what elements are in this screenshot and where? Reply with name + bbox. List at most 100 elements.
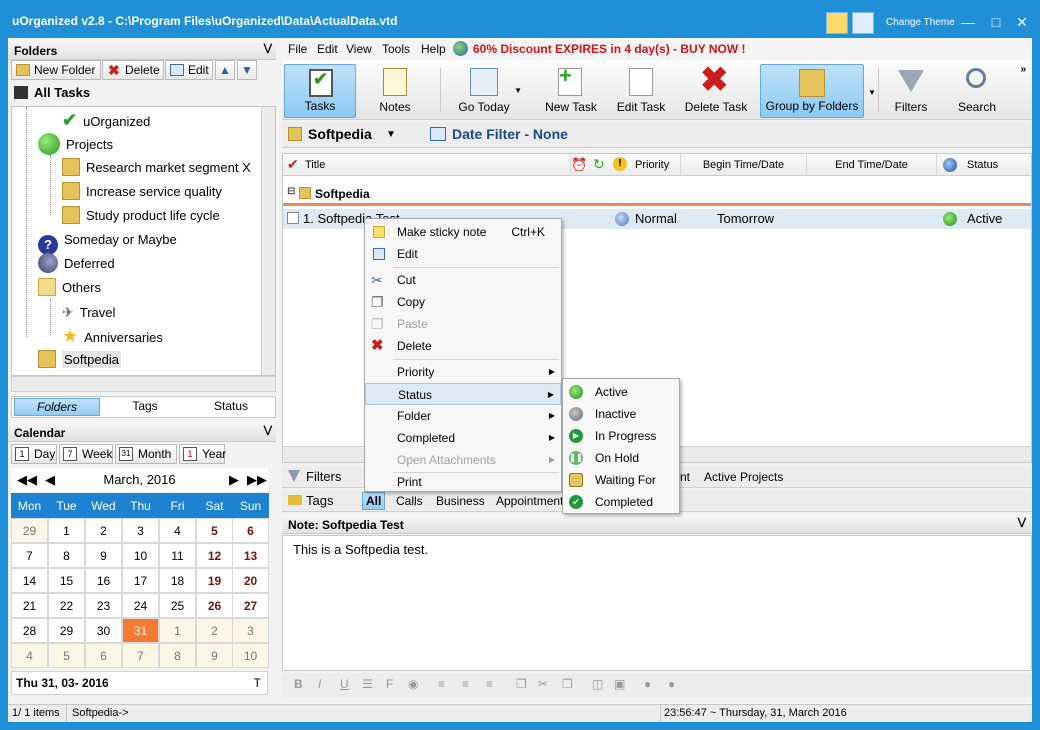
calendar-day[interactable]: 13 xyxy=(232,543,269,568)
go-today-button[interactable]: Go Today ▼ xyxy=(446,64,522,118)
expand-icon[interactable]: ⊟ xyxy=(287,186,295,197)
tree-item[interactable]: ✈ Travel xyxy=(62,301,115,323)
move-up-button[interactable]: ▲ xyxy=(215,60,235,80)
change-theme-label[interactable]: Change Theme xyxy=(886,17,955,28)
filters-button[interactable]: Filters xyxy=(882,64,940,118)
calendar-day[interactable]: 1 xyxy=(159,618,196,643)
list-icon[interactable]: ☰ xyxy=(362,677,373,691)
calendar-day[interactable]: 22 xyxy=(48,593,85,618)
tree-item[interactable]: Research market segment X xyxy=(62,157,251,179)
status-option-completed[interactable]: ✔ Completed xyxy=(563,491,679,513)
menu-folder[interactable]: Folder ▶ xyxy=(365,405,561,427)
calendar-day[interactable]: 15 xyxy=(48,568,85,593)
view-week-button[interactable]: 7 Week xyxy=(59,444,113,464)
col-title[interactable]: Title xyxy=(305,154,571,176)
view-year-button[interactable]: 1 Year xyxy=(179,444,226,464)
calendar-day[interactable]: 9 xyxy=(196,643,233,668)
menu-view[interactable]: View xyxy=(346,42,372,56)
col-end[interactable]: End Time/Date xyxy=(807,154,937,176)
calendar-day[interactable]: 6 xyxy=(232,518,269,543)
menu-help[interactable]: Help xyxy=(421,42,446,56)
tree-item[interactable]: Study product life cycle xyxy=(62,205,220,227)
calendar-day[interactable]: 3 xyxy=(122,518,159,543)
paste-icon[interactable]: ❐ xyxy=(562,677,573,691)
menu-open-attachments[interactable]: Open Attachments ▶ xyxy=(365,449,561,471)
menu-delete[interactable]: ✖ Delete xyxy=(365,335,561,357)
calendar-day[interactable]: 21 xyxy=(11,593,48,618)
tree-scrollbar[interactable] xyxy=(261,107,275,375)
menu-completed[interactable]: Completed ▶ xyxy=(365,427,561,449)
calendar-day[interactable]: 19 xyxy=(196,568,233,593)
note-editor[interactable]: This is a Softpedia test. xyxy=(282,535,1032,671)
calendar-day[interactable]: 17 xyxy=(122,568,159,593)
calendar-day[interactable]: 31 xyxy=(122,618,159,643)
cut-icon[interactable]: ✂ xyxy=(538,677,548,691)
menu-cut[interactable]: ✂ Cut xyxy=(365,269,561,291)
group-by-folders-button[interactable]: Group by Folders xyxy=(760,64,864,118)
calendar-day[interactable]: 24 xyxy=(122,593,159,618)
calendar-day[interactable]: 7 xyxy=(11,543,48,568)
tree-item[interactable]: ★ Anniversaries xyxy=(62,325,163,347)
edit-task-button[interactable]: Edit Task xyxy=(608,64,674,118)
calendar-day[interactable]: 8 xyxy=(48,543,85,568)
tasks-button[interactable]: ✔ Tasks xyxy=(284,64,356,118)
collapse-icon[interactable]: ⋁ xyxy=(264,43,272,54)
collapse-icon[interactable]: ⋁ xyxy=(264,425,272,436)
view-month-button[interactable]: 31 Month xyxy=(115,444,177,464)
calendar-day[interactable]: 29 xyxy=(48,618,85,643)
calendar-day[interactable]: 2 xyxy=(196,618,233,643)
tree-hscrollbar[interactable] xyxy=(11,376,276,392)
status-option-inactive[interactable]: Inactive xyxy=(563,403,679,425)
calendar-day[interactable]: 6 xyxy=(85,643,122,668)
tree-item[interactable]: Projects xyxy=(38,133,113,155)
copy-icon[interactable]: ❐ xyxy=(516,677,527,691)
filter-partial[interactable]: nt xyxy=(680,470,690,484)
calendar-day[interactable]: 10 xyxy=(232,643,269,668)
group-row[interactable]: ⊟ Softpedia xyxy=(283,184,1031,206)
italic-icon[interactable]: I xyxy=(318,677,321,691)
calendar-day[interactable]: 18 xyxy=(159,568,196,593)
calendar-day[interactable]: 27 xyxy=(232,593,269,618)
calendar-day[interactable]: 28 xyxy=(11,618,48,643)
filter-active-projects[interactable]: Active Projects xyxy=(704,470,783,484)
date-filter[interactable]: Date Filter - None xyxy=(452,126,568,142)
calendar-day[interactable]: 5 xyxy=(196,518,233,543)
font-icon[interactable]: F xyxy=(386,677,393,691)
theme-grid-icon[interactable] xyxy=(852,12,874,34)
move-down-button[interactable]: ▼ xyxy=(237,60,257,80)
menu-paste[interactable]: ❐ Paste xyxy=(365,313,561,335)
new-task-button[interactable]: + New Task xyxy=(536,63,606,118)
tag-business[interactable]: Business xyxy=(436,494,485,508)
tag-calls[interactable]: Calls xyxy=(396,494,423,508)
tab-tags[interactable]: Tags xyxy=(102,399,188,413)
delete-folder-button[interactable]: ✖ Delete xyxy=(102,60,164,80)
dropdown-arrow-icon[interactable]: ▼ xyxy=(514,86,522,95)
align-right-icon[interactable]: ≡ xyxy=(486,677,493,691)
calendar-day[interactable]: 14 xyxy=(11,568,48,593)
search-button[interactable]: Search xyxy=(948,64,1006,118)
group-dropdown-icon[interactable]: ▼ xyxy=(868,88,876,97)
minimize-icon[interactable]: — xyxy=(954,12,982,32)
undo-icon[interactable]: ● xyxy=(644,677,651,691)
today-button[interactable]: T xyxy=(254,676,261,690)
status-option-on-hold[interactable]: ❚❚ On Hold xyxy=(563,447,679,469)
maximize-icon[interactable]: □ xyxy=(982,12,1010,32)
calendar-day[interactable]: 2 xyxy=(85,518,122,543)
delete-task-button[interactable]: ✖ Delete Task xyxy=(678,61,754,118)
calendar-day[interactable]: 20 xyxy=(232,568,269,593)
calendar-day[interactable]: 7 xyxy=(122,643,159,668)
tag-appointment[interactable]: Appointment xyxy=(496,494,563,508)
menu-tools[interactable]: Tools xyxy=(382,42,410,56)
redo-icon[interactable]: ● xyxy=(668,677,675,691)
next-month-icon[interactable]: ▶ xyxy=(229,472,239,488)
tree-root[interactable]: All Tasks xyxy=(14,82,90,104)
calendar-day[interactable]: 11 xyxy=(159,543,196,568)
menu-edit[interactable]: Edit xyxy=(317,42,338,56)
promo-link[interactable]: 60% Discount EXPIRES in 4 day(s) - BUY N… xyxy=(473,42,746,56)
underline-icon[interactable]: U xyxy=(340,677,349,691)
folder-tree[interactable]: ✔ uOrganized Projects Research market seg… xyxy=(11,106,276,376)
tree-item-selected[interactable]: Softpedia xyxy=(38,349,121,371)
menu-copy[interactable]: ❐ Copy xyxy=(365,291,561,313)
tab-folders[interactable]: Folders xyxy=(14,398,100,416)
tag-all[interactable]: All xyxy=(362,492,386,510)
